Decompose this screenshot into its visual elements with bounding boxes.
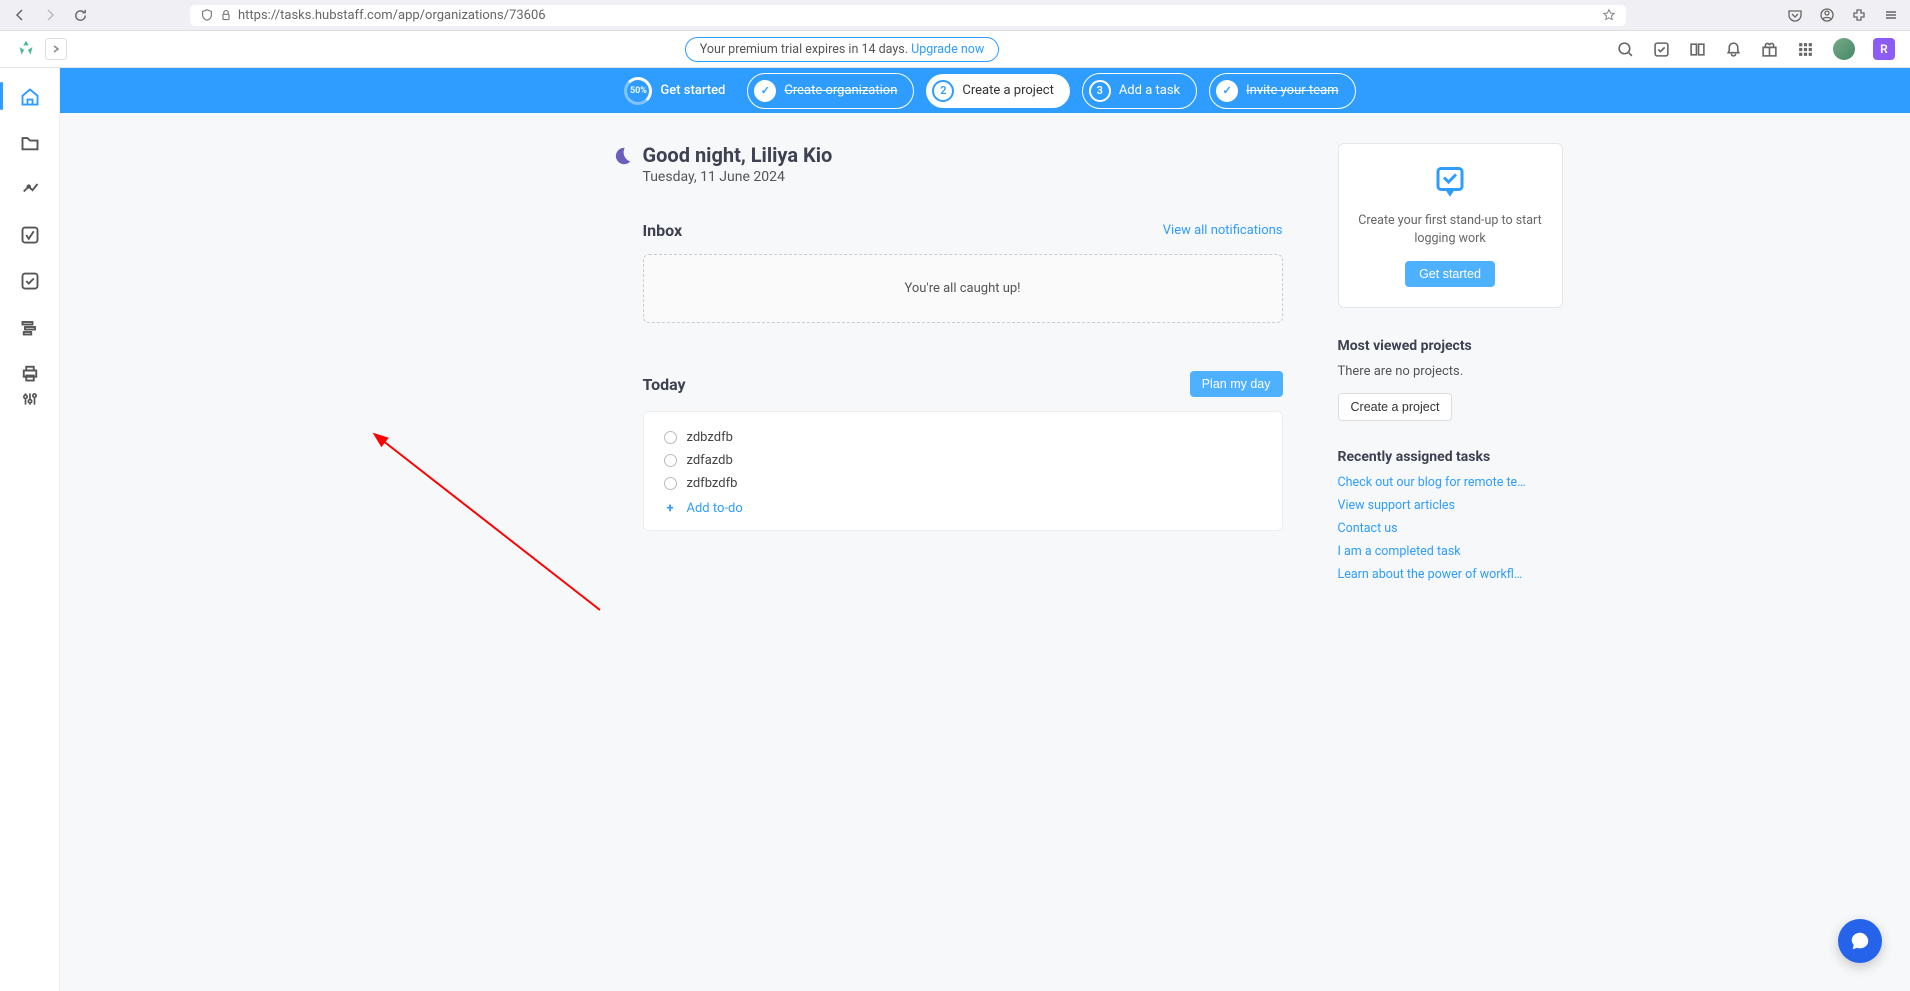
forward-button[interactable]: [40, 5, 60, 25]
todo-label: zdfbzdfb: [687, 476, 738, 491]
sidebar-folder[interactable]: [19, 132, 41, 154]
standup-card: Create your first stand-up to start logg…: [1338, 143, 1563, 308]
onboarding-banner: 50% Get started ✓ Create organization 2 …: [60, 68, 1910, 113]
main-area: 50% Get started ✓ Create organization 2 …: [60, 68, 1910, 991]
today-title: Today: [643, 375, 686, 394]
chrome-right-icons: [1786, 6, 1900, 24]
account-icon[interactable]: [1818, 6, 1836, 24]
apps-icon[interactable]: [1797, 40, 1815, 58]
url-text: https://tasks.hubstaff.com/app/organizat…: [238, 8, 546, 23]
projects-empty: There are no projects.: [1338, 364, 1563, 379]
view-all-notifications-link[interactable]: View all notifications: [1163, 223, 1283, 238]
today-header: Today Plan my day: [643, 371, 1283, 397]
plan-my-day-button[interactable]: Plan my day: [1190, 371, 1283, 397]
shield-icon: [200, 8, 214, 22]
step-label: Invite your team: [1246, 83, 1338, 98]
todo-label: zdbzdfb: [687, 430, 733, 445]
user-badge[interactable]: R: [1873, 38, 1895, 60]
step-label: Create a project: [962, 83, 1053, 98]
todo-label: zdfazdb: [687, 453, 733, 468]
expand-sidebar-button[interactable]: [45, 38, 67, 60]
step-create-project[interactable]: 2 Create a project: [926, 74, 1069, 108]
bell-icon[interactable]: [1725, 40, 1743, 58]
step-number: 3: [1089, 80, 1111, 102]
today-card: zdbzdfb zdfazdb zdfbzdfb + Add to-do: [643, 411, 1283, 531]
todo-checkbox[interactable]: [664, 477, 677, 490]
recent-link[interactable]: View support articles: [1338, 498, 1528, 513]
inbox-header: Inbox View all notifications: [643, 221, 1283, 240]
step-number: 2: [932, 80, 954, 102]
plus-icon: +: [664, 502, 677, 515]
content: Good night, Liliya Kio Tuesday, 11 June …: [408, 113, 1563, 650]
menu-icon[interactable]: [1882, 6, 1900, 24]
sidebar-activity[interactable]: [19, 224, 41, 246]
check-icon: ✓: [1216, 80, 1238, 102]
inbox-title: Inbox: [643, 221, 683, 240]
sidebar-settings[interactable]: [19, 388, 41, 410]
get-started-label: Get started: [660, 83, 725, 98]
pocket-icon[interactable]: [1786, 6, 1804, 24]
upgrade-link[interactable]: Upgrade now: [911, 42, 984, 57]
standup-text: Create your first stand-up to start logg…: [1355, 212, 1546, 247]
gift-icon[interactable]: [1761, 40, 1779, 58]
add-todo-button[interactable]: + Add to-do: [664, 495, 1262, 516]
recent-section: Recently assigned tasks Check out our bl…: [1338, 449, 1563, 582]
todo-item[interactable]: zdfazdb: [664, 449, 1262, 472]
top-bar: Your premium trial expires in 14 days. U…: [0, 31, 1910, 68]
onboard-get-started[interactable]: 50% Get started: [614, 71, 735, 111]
standup-icon: [1432, 164, 1468, 200]
step-label: Create organization: [784, 83, 897, 98]
panels-icon[interactable]: [1689, 40, 1707, 58]
greeting-date: Tuesday, 11 June 2024: [643, 169, 833, 185]
step-label: Add a task: [1119, 83, 1180, 98]
chat-fab[interactable]: [1838, 919, 1882, 963]
sidebar-sprint[interactable]: [19, 178, 41, 200]
sidebar: [0, 68, 60, 991]
recent-header: Recently assigned tasks: [1338, 449, 1563, 465]
recent-link[interactable]: Check out our blog for remote tea…: [1338, 475, 1528, 490]
sidebar-roadmap[interactable]: [19, 316, 41, 338]
reload-button[interactable]: [70, 5, 90, 25]
add-todo-label: Add to-do: [687, 501, 743, 516]
inbox-empty-text: You're all caught up!: [904, 281, 1020, 296]
recent-link[interactable]: Contact us: [1338, 521, 1528, 536]
todo-item[interactable]: zdbzdfb: [664, 426, 1262, 449]
sidebar-tasks[interactable]: [19, 270, 41, 292]
todo-checkbox[interactable]: [664, 454, 677, 467]
sidebar-home[interactable]: [19, 86, 41, 108]
search-icon[interactable]: [1617, 40, 1635, 58]
main-column: Good night, Liliya Kio Tuesday, 11 June …: [643, 143, 1283, 610]
trial-banner: Your premium trial expires in 14 days. U…: [685, 37, 1000, 62]
app-logo[interactable]: [15, 38, 37, 60]
sidebar-print[interactable]: [19, 362, 41, 384]
avatar[interactable]: [1833, 38, 1855, 60]
moon-icon: [611, 145, 633, 167]
todo-item[interactable]: zdfbzdfb: [664, 472, 1262, 495]
recent-link[interactable]: I am a completed task: [1338, 544, 1528, 559]
standup-get-started-button[interactable]: Get started: [1405, 261, 1495, 287]
side-column: Create your first stand-up to start logg…: [1338, 143, 1563, 610]
step-add-task[interactable]: 3 Add a task: [1082, 73, 1197, 109]
back-button[interactable]: [10, 5, 30, 25]
trial-text: Your premium trial expires in 14 days.: [700, 42, 908, 57]
star-icon[interactable]: [1602, 8, 1616, 22]
progress-ring: 50%: [624, 77, 652, 105]
todo-checkbox[interactable]: [664, 431, 677, 444]
inbox-empty-state: You're all caught up!: [643, 254, 1283, 323]
check-icon: ✓: [754, 80, 776, 102]
extensions-icon[interactable]: [1850, 6, 1868, 24]
lock-icon: [220, 9, 232, 21]
url-bar[interactable]: https://tasks.hubstaff.com/app/organizat…: [190, 5, 1626, 26]
step-invite-team[interactable]: ✓ Invite your team: [1209, 73, 1355, 109]
top-icons: R: [1617, 38, 1895, 60]
step-create-organization[interactable]: ✓ Create organization: [747, 73, 914, 109]
projects-header: Most viewed projects: [1338, 338, 1563, 354]
browser-chrome: https://tasks.hubstaff.com/app/organizat…: [0, 0, 1910, 31]
checklist-icon[interactable]: [1653, 40, 1671, 58]
greeting: Good night, Liliya Kio Tuesday, 11 June …: [611, 143, 1283, 185]
recent-link[interactable]: Learn about the power of workflows: [1338, 567, 1528, 582]
projects-section: Most viewed projects There are no projec…: [1338, 338, 1563, 421]
create-project-button[interactable]: Create a project: [1338, 393, 1453, 421]
greeting-title: Good night, Liliya Kio: [643, 143, 833, 167]
